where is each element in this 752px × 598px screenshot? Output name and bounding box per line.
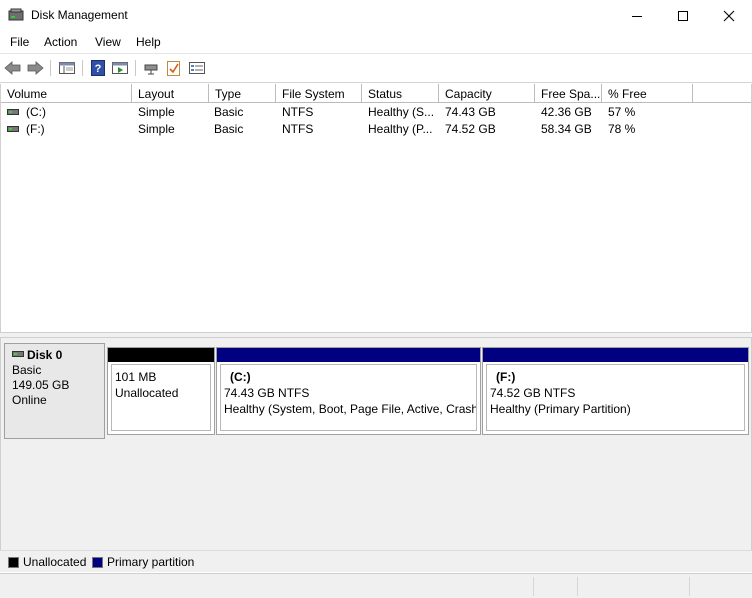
help-icon: ? — [91, 60, 105, 76]
legend-swatch-primary — [92, 557, 103, 568]
menu-view[interactable]: View — [95, 35, 121, 49]
cell-type: Basic — [214, 105, 244, 119]
column-header-filler — [693, 84, 751, 103]
details-list-icon — [189, 62, 205, 74]
partition-status: Healthy (System, Boot, Page File, Active… — [224, 402, 477, 416]
cell-layout: Simple — [138, 122, 175, 136]
volume-icon — [7, 109, 19, 115]
partition-size: 74.52 GB NTFS — [490, 386, 576, 400]
partition-c[interactable]: (C:) 74.43 GB NTFS Healthy (System, Boot… — [216, 347, 481, 435]
menu-file[interactable]: File — [10, 35, 29, 49]
close-icon — [723, 10, 735, 21]
svg-text:?: ? — [95, 63, 102, 75]
disk-graphical-view: Disk 0 Basic 149.05 GB Online 101 MB Una… — [0, 338, 752, 572]
column-header-percent-free[interactable]: % Free — [602, 84, 693, 103]
status-segment — [533, 577, 577, 596]
toolbar-separator — [82, 60, 83, 76]
column-header-type[interactable]: Type — [209, 84, 276, 103]
disk-size: 149.05 GB — [12, 378, 70, 392]
cell-status: Healthy (S... — [368, 105, 435, 119]
forward-arrow-icon — [27, 61, 44, 75]
column-header-capacity[interactable]: Capacity — [439, 84, 535, 103]
partition-body: 101 MB Unallocated — [111, 364, 211, 431]
check-icon — [167, 61, 180, 76]
partition-color-bar — [108, 348, 214, 362]
cell-free-space: 42.36 GB — [541, 105, 592, 119]
partition-unallocated[interactable]: 101 MB Unallocated — [107, 347, 215, 435]
show-hide-console-tree-icon — [59, 62, 75, 74]
column-header-status[interactable]: Status — [362, 84, 439, 103]
partition-size: 74.43 GB NTFS — [224, 386, 310, 400]
column-header-file-system[interactable]: File System — [276, 84, 362, 103]
cell-status: Healthy (P... — [368, 122, 433, 136]
cell-capacity: 74.43 GB — [445, 105, 496, 119]
disk-info[interactable]: Disk 0 Basic 149.05 GB Online — [4, 343, 105, 439]
legend: Unallocated Primary partition — [0, 550, 752, 572]
properties-pane-icon — [112, 62, 128, 74]
status-segment — [577, 577, 689, 596]
cell-volume: (F:) — [26, 122, 45, 136]
table-row[interactable]: (C:) Simple Basic NTFS Healthy (S... 74.… — [1, 104, 751, 121]
column-header-volume[interactable]: Volume — [1, 84, 132, 103]
check-button[interactable] — [164, 59, 184, 77]
minimize-icon — [632, 15, 642, 17]
column-header-free-space[interactable]: Free Spa... — [535, 84, 602, 103]
menu-help[interactable]: Help — [136, 35, 161, 49]
toolbar-separator — [135, 60, 136, 76]
cell-layout: Simple — [138, 105, 175, 119]
maximize-icon — [678, 10, 688, 21]
partition-label: (F:) — [496, 370, 516, 384]
partition-body: (F:) 74.52 GB NTFS Healthy (Primary Part… — [486, 364, 745, 431]
cell-file-system: NTFS — [282, 105, 314, 119]
details-list-button[interactable] — [187, 59, 207, 77]
properties-pane-button[interactable] — [110, 59, 130, 77]
back-arrow-icon — [4, 61, 21, 75]
back-button[interactable] — [3, 59, 23, 77]
menu-bar: File Action View Help — [0, 31, 752, 53]
partition-label: (C:) — [230, 370, 251, 384]
cell-file-system: NTFS — [282, 122, 314, 136]
legend-label-primary: Primary partition — [107, 555, 195, 569]
status-segment — [689, 577, 751, 596]
disk-type: Basic — [12, 363, 42, 377]
cell-free-space: 58.34 GB — [541, 122, 592, 136]
partition-status: Healthy (Primary Partition) — [490, 402, 631, 416]
help-button[interactable]: ? — [88, 59, 108, 77]
cell-percent-free: 78 % — [608, 122, 636, 136]
partition-f[interactable]: (F:) 74.52 GB NTFS Healthy (Primary Part… — [482, 347, 749, 435]
forward-button[interactable] — [25, 59, 45, 77]
window-title: Disk Management — [31, 8, 128, 22]
table-row[interactable]: (F:) Simple Basic NTFS Healthy (P... 74.… — [1, 121, 751, 138]
volume-list: Volume Layout Type File System Status Ca… — [0, 84, 752, 332]
status-bar — [0, 573, 752, 598]
legend-label-unallocated: Unallocated — [23, 555, 87, 569]
partition-color-bar — [217, 348, 480, 362]
title-bar: Disk Management — [0, 0, 752, 31]
partition-color-bar — [483, 348, 748, 362]
partition-body: (C:) 74.43 GB NTFS Healthy (System, Boot… — [220, 364, 477, 431]
toolbar-separator — [50, 60, 51, 76]
close-button[interactable] — [706, 0, 752, 31]
disk-icon — [12, 351, 24, 357]
volume-icon — [7, 126, 19, 132]
menu-action[interactable]: Action — [44, 35, 77, 49]
maximize-button[interactable] — [660, 0, 706, 31]
cell-volume: (C:) — [26, 105, 46, 119]
cell-percent-free: 57 % — [608, 105, 636, 119]
partition-size: 101 MB — [115, 370, 157, 384]
toolbar: ? — [0, 53, 752, 83]
connect-drive-icon — [144, 64, 158, 75]
disk-state: Online — [12, 393, 47, 407]
show-hide-console-tree-button[interactable] — [57, 59, 77, 77]
partition-status: Unallocated — [115, 386, 179, 400]
disk-management-icon — [8, 8, 24, 21]
cell-type: Basic — [214, 122, 244, 136]
disk-name: Disk 0 — [27, 348, 63, 362]
cell-capacity: 74.52 GB — [445, 122, 496, 136]
connect-drive-button[interactable] — [141, 59, 161, 77]
legend-swatch-unallocated — [8, 557, 19, 568]
minimize-button[interactable] — [614, 0, 660, 31]
column-header-layout[interactable]: Layout — [132, 84, 209, 103]
